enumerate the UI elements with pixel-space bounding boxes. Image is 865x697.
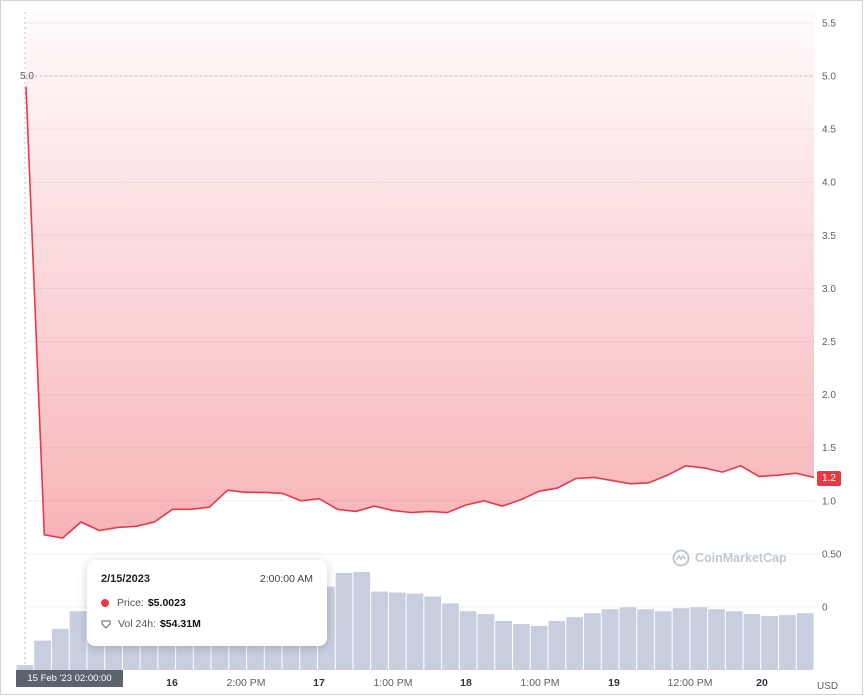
cursor-price-label: 5.0 (20, 71, 34, 82)
y-tick-label-4: 3.5 (822, 231, 836, 242)
tooltip-date: 2/15/2023 (101, 573, 150, 585)
x-tick-label-5: 1:00 PM (520, 677, 559, 689)
volume-bar-19 (353, 572, 371, 670)
volume-bar-33 (601, 609, 619, 670)
volume-bar-34 (619, 607, 637, 670)
y-axis-ticks: 5.5 5.0 4.5 4.0 3.5 3.0 2.5 2.0 1.5 1.0 0.50 0 (822, 18, 842, 613)
volume-bar-42 (761, 616, 779, 670)
volume-shield-icon (101, 620, 111, 629)
volume-bar-36 (654, 611, 672, 670)
volume-bar-2 (51, 628, 69, 670)
y-tick-label-9: 1.0 (822, 496, 836, 507)
y-tick-label-5: 3.0 (822, 284, 836, 295)
x-tick-label-2: 17 (313, 677, 325, 689)
tooltip-volume-row: Vol 24h: $54.31M (101, 618, 201, 630)
y-tick-label-8: 1.5 (822, 443, 836, 454)
volume-bar-44 (796, 613, 814, 670)
volume-bar-20 (371, 591, 388, 670)
x-axis-ticks: 16 2:00 PM 17 1:00 PM 18 1:00 PM 19 12:00 PM 20 (166, 677, 768, 689)
volume-bar-18 (335, 572, 353, 670)
volume-bar-21 (388, 592, 406, 670)
x-tick-label-0: 16 (166, 677, 178, 689)
price-area-fill (26, 12, 814, 538)
y-tick-label-2: 4.5 (822, 125, 836, 136)
x-tick-label-8: 20 (756, 677, 768, 689)
volume-bar-31 (566, 617, 583, 670)
tooltip-price-label: Price: (117, 597, 144, 609)
volume-bar-40 (725, 611, 743, 670)
volume-bar-23 (424, 596, 442, 670)
tooltip-price-value: $5.0023 (147, 597, 186, 609)
volume-bar-39 (708, 609, 725, 670)
volume-bar-24 (442, 603, 459, 670)
volume-bar-29 (530, 625, 548, 670)
volume-bar-25 (459, 611, 477, 670)
volume-bar-35 (637, 609, 654, 670)
volume-bar-32 (583, 613, 601, 670)
y-tick-label-10: 0.50 (822, 549, 842, 560)
volume-bar-41 (743, 614, 761, 670)
currency-label: USD (817, 681, 839, 692)
volume-bar-1 (34, 640, 51, 670)
tooltip-volume-value: $54.31M (159, 618, 201, 630)
price-dot-icon (101, 599, 109, 607)
y-tick-label-6: 2.5 (822, 337, 836, 348)
tooltip-price-row: Price: $5.0023 (101, 597, 186, 609)
volume-bar-30 (548, 621, 566, 670)
volume-bar-43 (779, 615, 796, 670)
y-tick-label-11: 0 (822, 603, 828, 614)
y-tick-label-3: 4.0 (822, 178, 836, 189)
price-area (26, 12, 814, 538)
watermark-text: CoinMarketCap (695, 551, 787, 565)
cursor-time-label: 15 Feb '23 02:00:00 (16, 670, 123, 687)
volume-bar-26 (477, 614, 495, 670)
coinmarketcap-watermark: CoinMarketCap (672, 549, 787, 567)
x-tick-label-6: 19 (608, 677, 620, 689)
tooltip-volume-label: Vol 24h: (118, 618, 156, 630)
tooltip-time: 2:00:00 AM (259, 573, 313, 585)
volume-bar-37 (672, 608, 690, 670)
chart-tooltip: 2/15/2023 2:00:00 AM Price: $5.0023 Vol … (87, 560, 327, 646)
volume-bar-27 (495, 621, 513, 670)
volume-bar-28 (513, 623, 530, 670)
volume-bar-3 (69, 611, 87, 670)
x-tick-label-7: 12:00 PM (668, 677, 713, 689)
y-tick-label-1: 5.0 (822, 72, 836, 83)
x-tick-label-4: 18 (460, 677, 472, 689)
coinmarketcap-logo-icon (672, 549, 690, 567)
x-tick-label-3: 1:00 PM (373, 677, 412, 689)
x-tick-label-1: 2:00 PM (226, 677, 265, 689)
volume-bar-38 (690, 607, 708, 670)
y-tick-label-0: 5.5 (822, 18, 836, 29)
y-tick-label-7: 2.0 (822, 390, 836, 401)
volume-bar-22 (406, 593, 424, 670)
current-price-badge: 1.2 (817, 471, 841, 486)
